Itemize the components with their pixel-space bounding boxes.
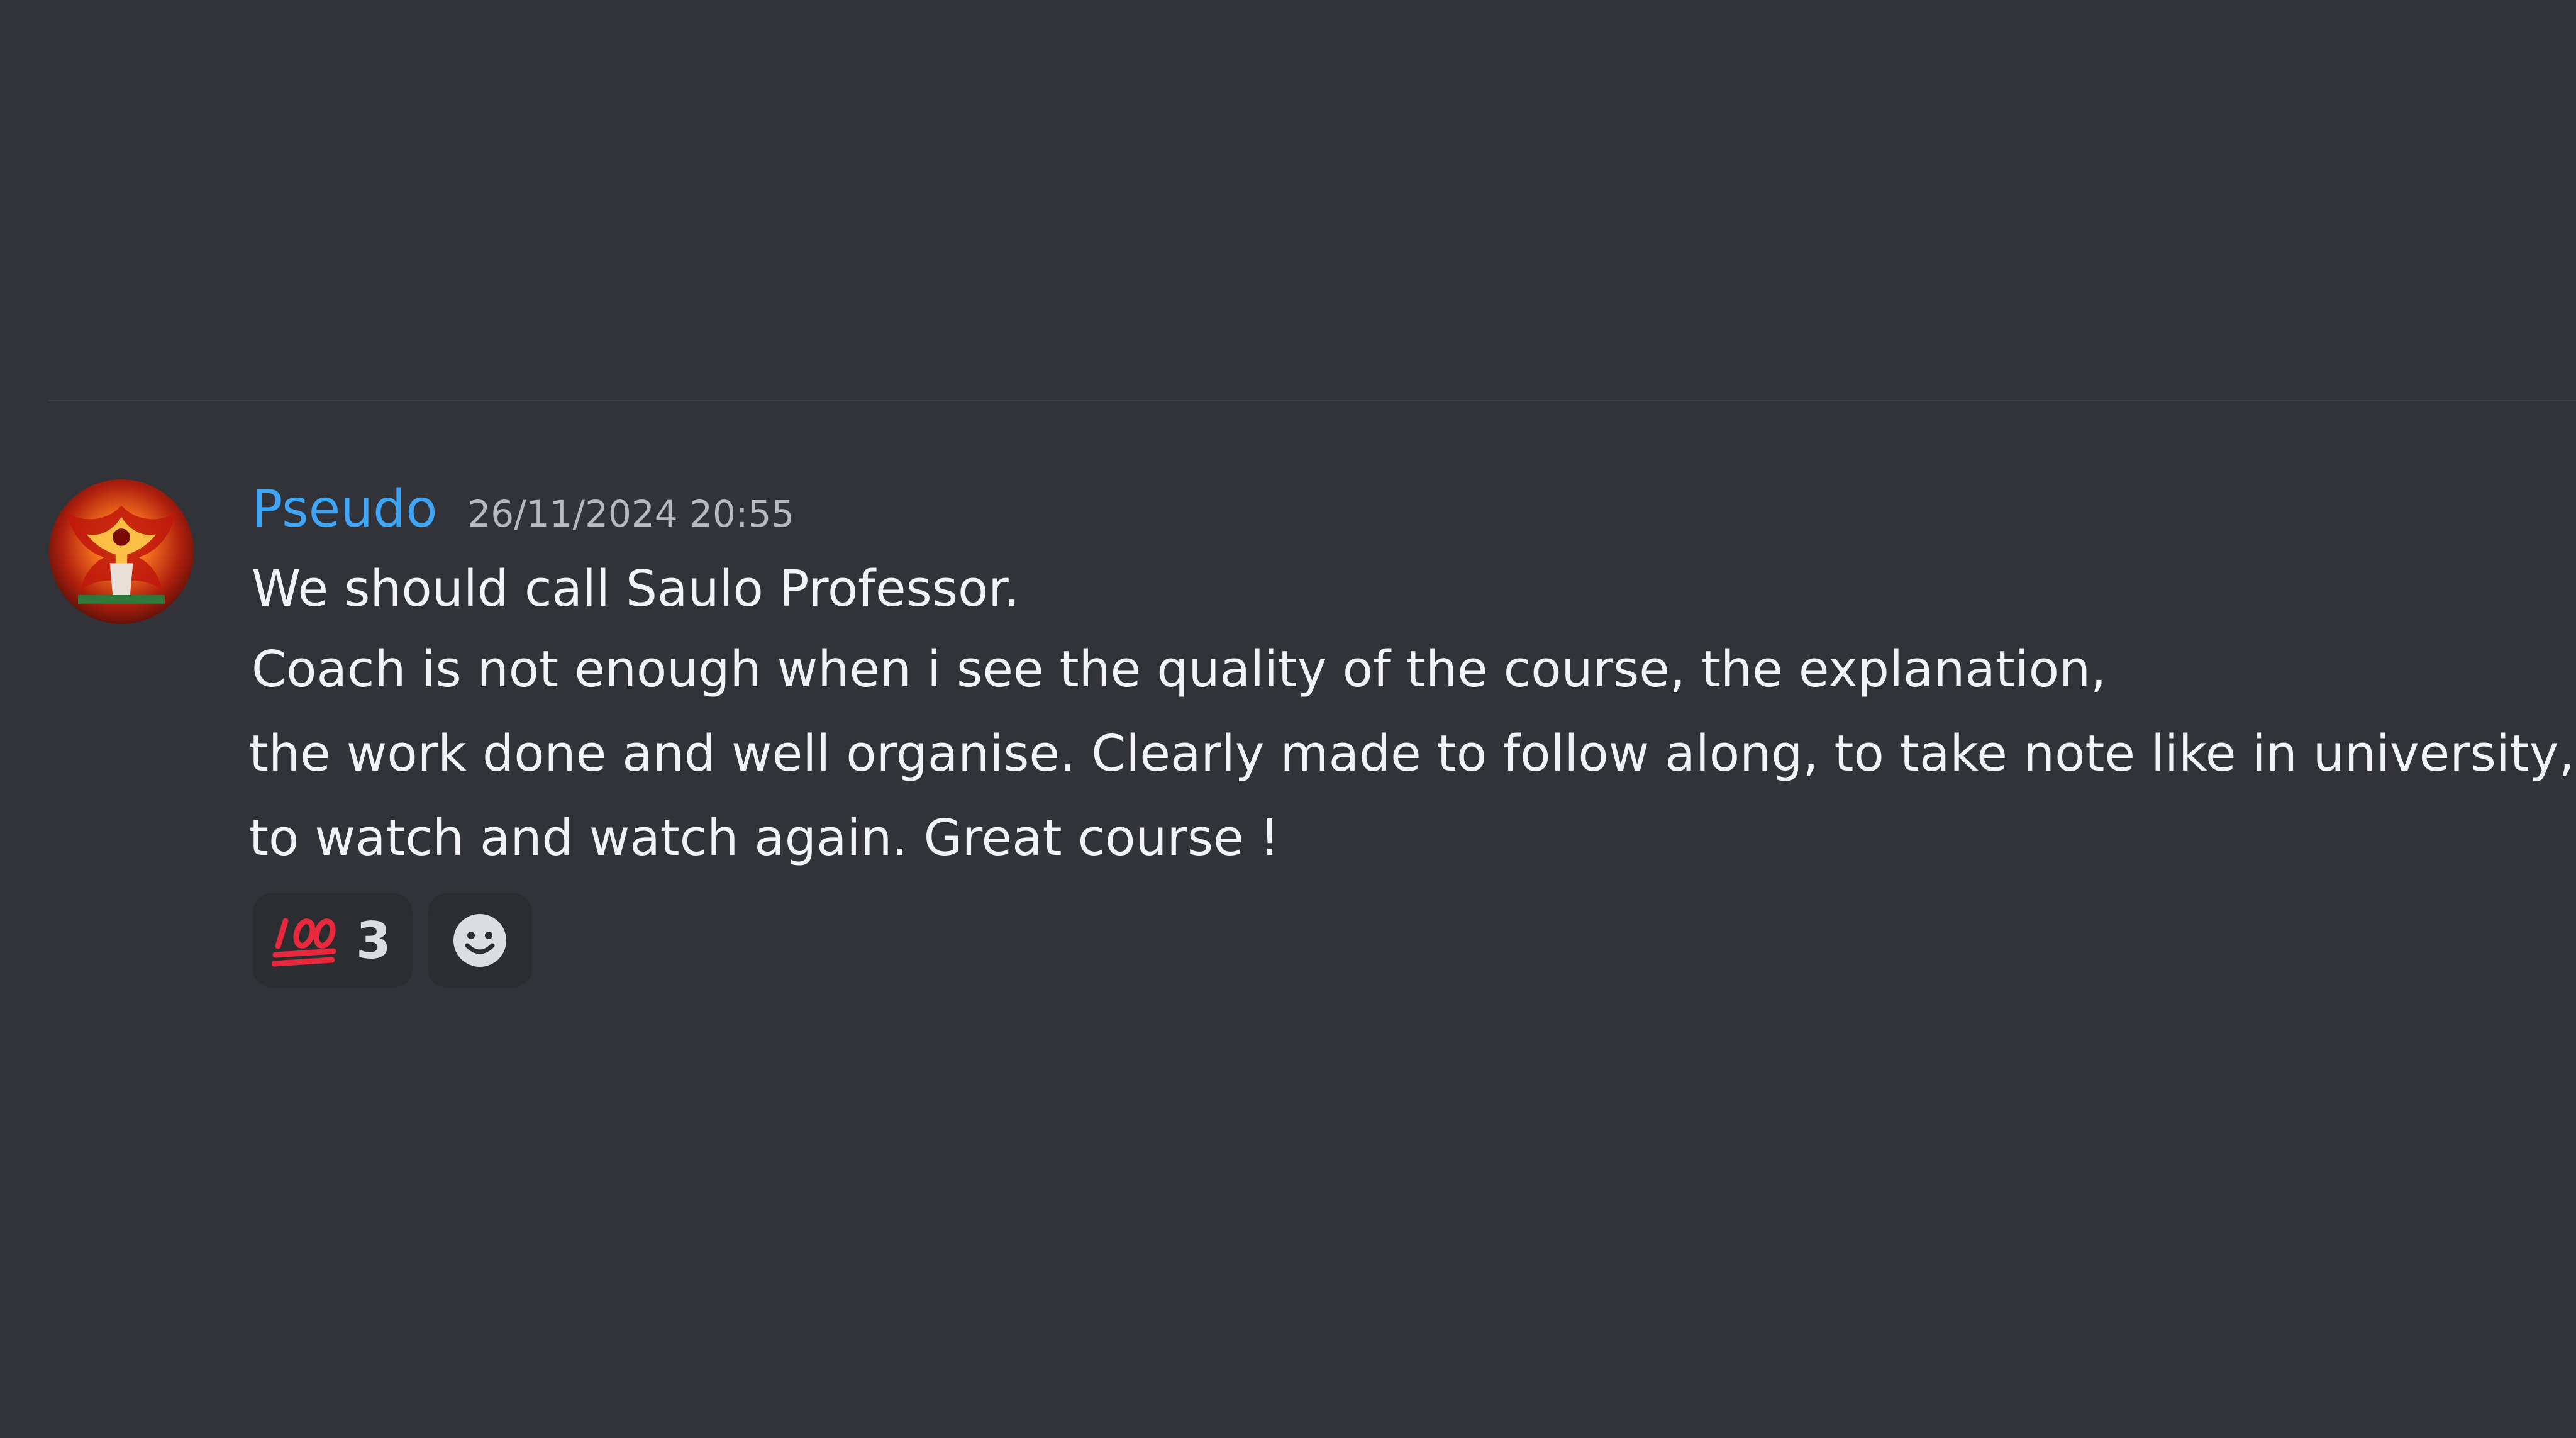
message-text-line: We should call Saulo Professor. xyxy=(252,560,1020,618)
reactions-bar: 3 xyxy=(253,893,532,988)
author-name[interactable]: Pseudo xyxy=(252,478,437,541)
reaction-hundred-points[interactable]: 3 xyxy=(253,893,413,988)
chat-view: Pseudo 26/11/2024 20:55 We should call S… xyxy=(0,0,2576,1438)
hundred-points-icon xyxy=(272,918,336,967)
add-reaction-button[interactable] xyxy=(428,893,532,988)
message-text-line: to watch and watch again. Great course ! xyxy=(249,809,1280,867)
avatar[interactable] xyxy=(49,479,194,624)
add-reaction-icon xyxy=(453,914,506,967)
message-text-line: the work done and well organise. Clearly… xyxy=(249,725,2575,783)
reaction-count: 3 xyxy=(356,911,391,970)
phoenix-avatar-image xyxy=(66,505,177,604)
chat-message: Pseudo 26/11/2024 20:55 We should call S… xyxy=(0,0,2576,1438)
message-text-line: Coach is not enough when i see the quali… xyxy=(252,640,2107,698)
message-header: Pseudo 26/11/2024 20:55 xyxy=(252,478,794,541)
message-timestamp: 26/11/2024 20:55 xyxy=(467,493,795,535)
